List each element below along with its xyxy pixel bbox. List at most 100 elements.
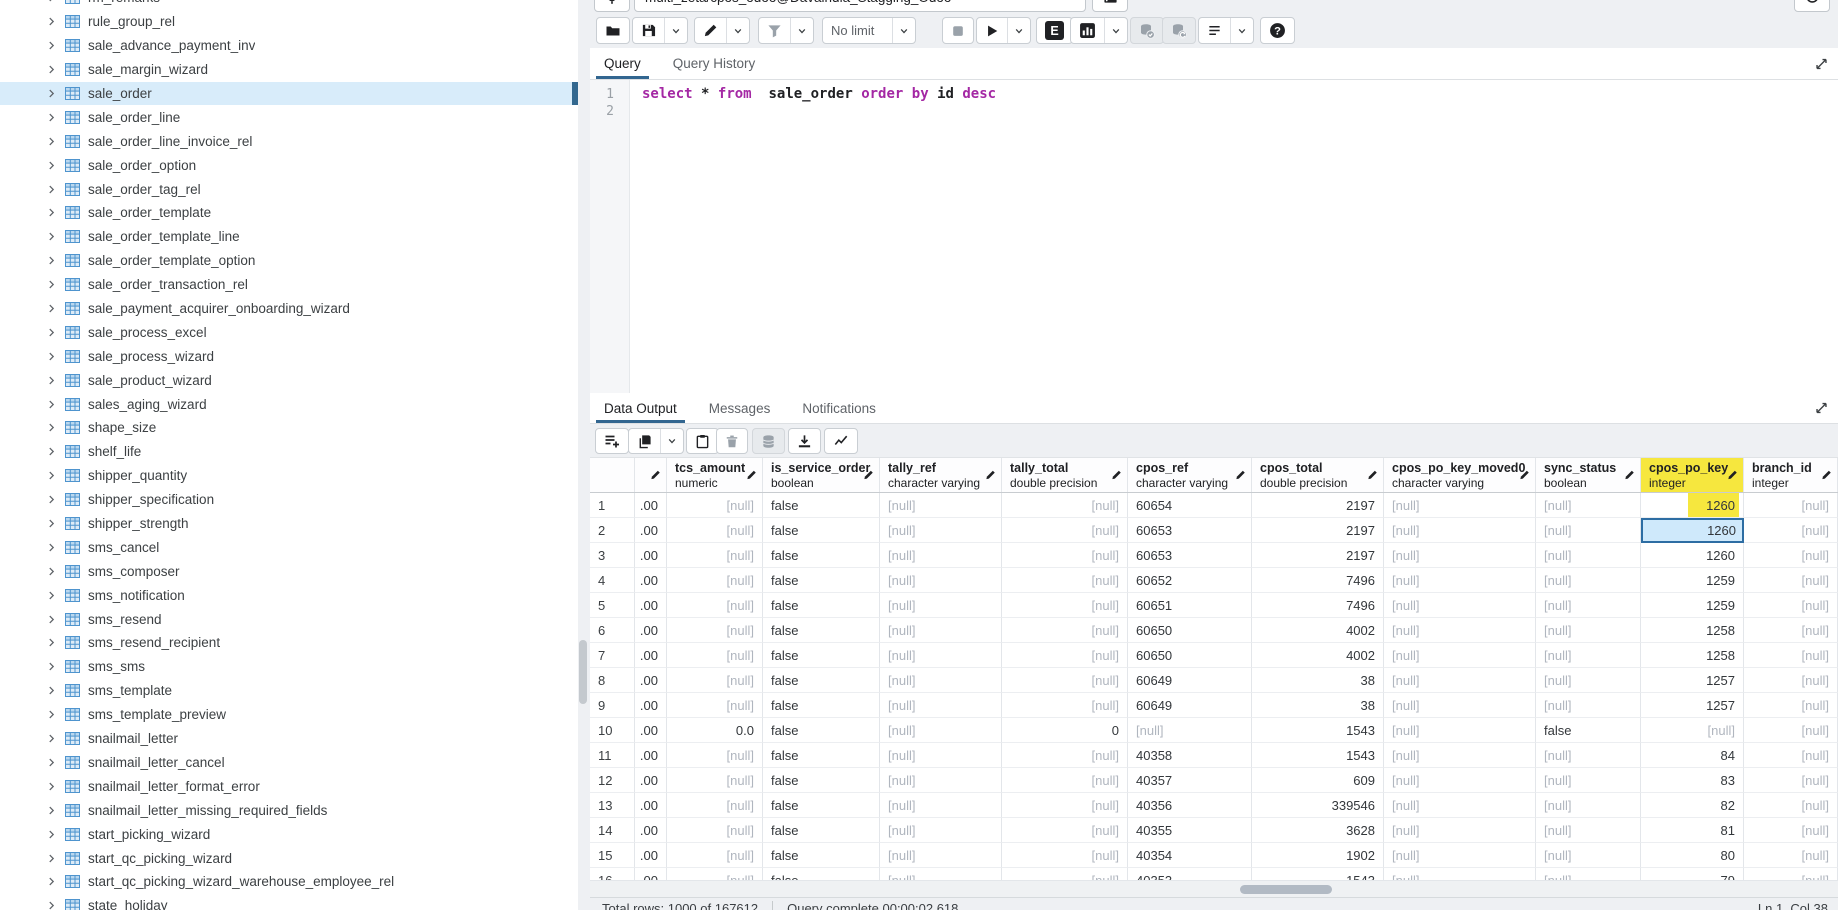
cell-tcs_amount[interactable]: [null]	[667, 518, 763, 543]
row-number[interactable]: 9	[590, 693, 635, 718]
cell-tcs_amount[interactable]: [null]	[667, 618, 763, 643]
cell-is_service_order[interactable]: false	[763, 518, 880, 543]
cell-cpos_total[interactable]: 38	[1252, 693, 1384, 718]
cell-tally_ref[interactable]: [null]	[880, 668, 1002, 693]
cell-tally_ref[interactable]: [null]	[880, 493, 1002, 518]
column-header-is_service_order[interactable]: is_service_orderboolean	[763, 458, 880, 492]
cell-cpos_ref[interactable]: 40353	[1128, 868, 1252, 880]
cell-branch_id[interactable]: [null]	[1744, 843, 1838, 868]
cell-cpos_ref[interactable]: 40356	[1128, 793, 1252, 818]
cell-tally_total[interactable]: [null]	[1002, 868, 1128, 880]
tree-item-sale_order_template_option[interactable]: sale_order_template_option	[0, 249, 578, 273]
cell-tally_total[interactable]: [null]	[1002, 518, 1128, 543]
cell-sync_status[interactable]: [null]	[1536, 868, 1641, 880]
cell-tcs_amount[interactable]: [null]	[667, 693, 763, 718]
cell-cpos_po_key[interactable]: 1257	[1641, 668, 1744, 693]
cell-tally_total[interactable]: [null]	[1002, 543, 1128, 568]
cell-cpos_po_key[interactable]: [null]	[1641, 718, 1744, 743]
delete-row-button[interactable]	[717, 429, 747, 453]
cell-cpos_po_key[interactable]: 1260	[1641, 543, 1744, 568]
tree-item-sales_aging_wizard[interactable]: sales_aging_wizard	[0, 392, 578, 416]
cell-cpos_total[interactable]: 1543	[1252, 743, 1384, 768]
cell-branch_id[interactable]: [null]	[1744, 618, 1838, 643]
cell-cpos_ref[interactable]: 60650	[1128, 643, 1252, 668]
download-button[interactable]	[789, 429, 820, 453]
cell-cpos_po_key[interactable]: 1259	[1641, 593, 1744, 618]
cell-tally_total[interactable]: [null]	[1002, 843, 1128, 868]
cell-sync_status[interactable]: [null]	[1536, 793, 1641, 818]
cell-tally_total[interactable]: [null]	[1002, 618, 1128, 643]
tree-item-snailmail_letter[interactable]: snailmail_letter	[0, 727, 578, 751]
tree-item-sale_order_template_line[interactable]: sale_order_template_line	[0, 225, 578, 249]
column-header-clipped[interactable]	[635, 458, 667, 492]
row-limit-caret[interactable]	[892, 18, 915, 43]
column-header-branch_id[interactable]: branch_idinteger	[1744, 458, 1838, 492]
cell-col0[interactable]: .00	[635, 493, 667, 518]
cell-tcs_amount[interactable]: [null]	[667, 493, 763, 518]
copy-options-caret[interactable]	[660, 429, 683, 453]
cell-branch_id[interactable]: [null]	[1744, 818, 1838, 843]
cell-tally_ref[interactable]: [null]	[880, 543, 1002, 568]
cell-branch_id[interactable]: [null]	[1744, 518, 1838, 543]
cell-branch_id[interactable]: [null]	[1744, 493, 1838, 518]
column-header-tally_total[interactable]: tally_totaldouble precision	[1002, 458, 1128, 492]
macros-caret[interactable]	[1230, 18, 1253, 43]
cell-cpos_po_key_moved0[interactable]: [null]	[1384, 718, 1536, 743]
cell-cpos_total[interactable]: 1543	[1252, 718, 1384, 743]
cell-is_service_order[interactable]: false	[763, 743, 880, 768]
tree-item-sale_order_transaction_rel[interactable]: sale_order_transaction_rel	[0, 273, 578, 297]
cell-cpos_ref[interactable]: 60651	[1128, 593, 1252, 618]
cell-branch_id[interactable]: [null]	[1744, 593, 1838, 618]
save-menu-caret[interactable]	[664, 18, 687, 43]
cell-tally_ref[interactable]: [null]	[880, 868, 1002, 880]
cell-cpos_total[interactable]: 1902	[1252, 843, 1384, 868]
column-header-cpos_total[interactable]: cpos_totaldouble precision	[1252, 458, 1384, 492]
cell-cpos_total[interactable]: 38	[1252, 668, 1384, 693]
open-file-button[interactable]	[597, 18, 629, 43]
cell-tally_ref[interactable]: [null]	[880, 568, 1002, 593]
cell-tcs_amount[interactable]: [null]	[667, 593, 763, 618]
tab-messages[interactable]: Messages	[707, 393, 773, 423]
cell-tcs_amount[interactable]: [null]	[667, 743, 763, 768]
cell-sync_status[interactable]: [null]	[1536, 568, 1641, 593]
cell-cpos_po_key[interactable]: 1258	[1641, 643, 1744, 668]
tree-item-shelf_life[interactable]: shelf_life	[0, 440, 578, 464]
cell-cpos_ref[interactable]: 60649	[1128, 693, 1252, 718]
cell-is_service_order[interactable]: false	[763, 868, 880, 880]
tree-item-rule_group_rel[interactable]: rule_group_rel	[0, 10, 578, 34]
cancel-query-button[interactable]	[943, 18, 973, 43]
paste-button[interactable]	[687, 429, 718, 453]
cell-sync_status[interactable]: [null]	[1536, 543, 1641, 568]
tree-item-snailmail_letter_cancel[interactable]: snailmail_letter_cancel	[0, 751, 578, 775]
cell-col0[interactable]: .00	[635, 793, 667, 818]
new-connection-button[interactable]	[1092, 0, 1128, 12]
cell-cpos_total[interactable]: 4002	[1252, 643, 1384, 668]
cell-cpos_po_key[interactable]: 1259	[1641, 568, 1744, 593]
cell-is_service_order[interactable]: false	[763, 718, 880, 743]
column-header-tcs_amount[interactable]: tcs_amountnumeric	[667, 458, 763, 492]
cell-cpos_ref[interactable]: 60654	[1128, 493, 1252, 518]
cell-branch_id[interactable]: [null]	[1744, 543, 1838, 568]
cell-cpos_po_key[interactable]: 81	[1641, 818, 1744, 843]
rollback-button[interactable]	[1163, 18, 1195, 43]
cell-cpos_ref[interactable]: 60653	[1128, 543, 1252, 568]
tree-item-sms_template_preview[interactable]: sms_template_preview	[0, 703, 578, 727]
sql-editor[interactable]: 1 2 select * from sale_order order by id…	[590, 80, 1838, 393]
explain-analyze-button[interactable]	[1071, 18, 1104, 43]
row-number[interactable]: 10	[590, 718, 635, 743]
copy-button[interactable]	[629, 429, 660, 453]
cell-is_service_order[interactable]: false	[763, 568, 880, 593]
cell-tally_total[interactable]: [null]	[1002, 818, 1128, 843]
cell-branch_id[interactable]: [null]	[1744, 693, 1838, 718]
panel-splitter[interactable]	[578, 0, 590, 910]
cell-branch_id[interactable]: [null]	[1744, 743, 1838, 768]
cell-col0[interactable]: .00	[635, 818, 667, 843]
cell-col0[interactable]: .00	[635, 593, 667, 618]
cell-cpos_po_key_moved0[interactable]: [null]	[1384, 868, 1536, 880]
tree-item-sms_notification[interactable]: sms_notification	[0, 583, 578, 607]
cell-cpos_total[interactable]: 609	[1252, 768, 1384, 793]
expand-editor-icon[interactable]	[1815, 57, 1828, 70]
cell-sync_status[interactable]: [null]	[1536, 593, 1641, 618]
cell-tcs_amount[interactable]: [null]	[667, 643, 763, 668]
cell-tally_total[interactable]: [null]	[1002, 693, 1128, 718]
